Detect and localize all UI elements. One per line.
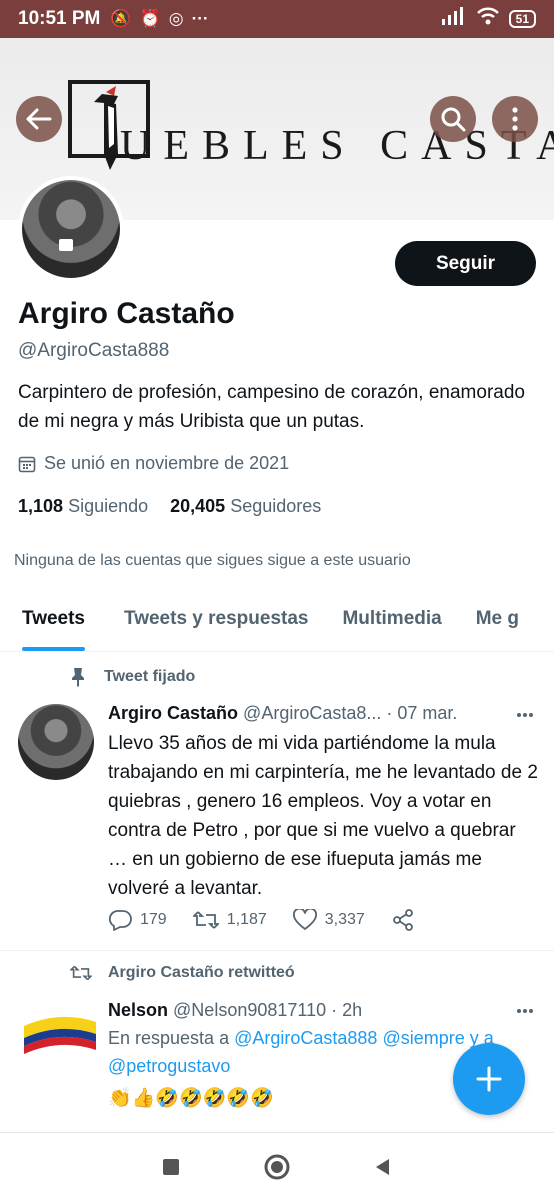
alarm-icon: ⏰ [139,9,161,28]
reply-button[interactable]: 179 [108,909,167,931]
calendar-icon [18,456,36,472]
following-link[interactable]: 1,108 Siguiendo [18,496,148,517]
joined-date: Se unió en noviembre de 2021 [18,453,289,474]
wifi-icon [476,7,499,31]
follow-counts: 1,108 Siguiendo 20,405 Seguidores [18,496,321,517]
retweet-count: 1,187 [226,911,267,928]
status-time: 10:51 PM [18,8,101,29]
follow-button[interactable]: Seguir [395,241,536,286]
system-navigation-bar [0,1132,554,1200]
mention-link[interactable]: @petrogustavo [108,1056,230,1077]
profile-bio: Carpintero de profesión, campesino de co… [18,382,525,432]
notification-icons: 🔕 ⏰ ◎ ··· [110,9,208,29]
tweet-actions: 179 1,187 3,337 [108,908,441,932]
home-icon[interactable] [263,1153,291,1181]
plus-icon [476,1066,502,1092]
retweet-more-icon[interactable] [516,1008,534,1014]
joined-text: Se unió en noviembre de 2021 [44,453,290,473]
tab-tweets[interactable]: Tweets [22,596,86,651]
tweet-more-icon[interactable] [516,712,534,718]
pinned-label: Tweet fijado [104,668,196,685]
signal-icon [441,7,467,31]
retweet-button[interactable]: 1,187 [192,909,267,931]
like-button[interactable]: 3,337 [292,909,365,931]
recents-icon[interactable] [161,1157,181,1177]
retweet-label: Argiro Castaño retwitteó [108,964,295,981]
profile-name: Argiro Castaño [18,297,235,330]
following-count: 1,108 [18,496,64,516]
tweet-text: Llevo 35 años de mi vida partiéndome la … [108,733,538,899]
search-button[interactable] [430,96,476,142]
tweet-divider [0,950,554,951]
back-triangle-icon[interactable] [373,1157,393,1177]
retweet-indicator: Argiro Castaño retwitteó [70,964,295,982]
retweet-small-icon [70,965,92,981]
compose-tweet-button[interactable] [453,1043,525,1115]
profile-avatar[interactable] [18,176,124,282]
share-button[interactable] [391,908,415,932]
reply-context: En respuesta a @ArgiroCasta888 @siempre … [108,1028,494,1049]
share-icon [392,909,413,931]
profile-handle: @ArgiroCasta888 [18,340,170,361]
whatsapp-icon: ◎ [168,9,184,28]
tweet-date: · 07 mar. [386,703,458,723]
retweet-header: Nelson @Nelson90817110 · 2h [108,1000,362,1021]
retweet-emoji-text: 👏👍🤣🤣🤣🤣🤣 [108,1088,274,1109]
profile-tabs: Tweets Tweets y respuestas Multimedia Me… [0,596,554,652]
heart-icon [292,909,317,930]
mention-link[interactable]: @ArgiroCasta888 [234,1028,377,1048]
more-options-button[interactable] [492,96,538,142]
followers-label: Seguidores [230,496,322,516]
followers-link[interactable]: 20,405 Seguidores [170,496,321,517]
brand-wordmark: UEBLES CASTAÑO [120,123,554,169]
retweet-author-handle: @Nelson90817110 [173,1000,327,1020]
reply-icon [108,910,132,931]
tweet-header: Argiro Castaño @ArgiroCasta8... · 07 mar… [108,703,457,724]
reply-count: 179 [140,911,167,928]
mutual-followers-note: Ninguna de las cuentas que sigues sigue … [14,552,411,569]
status-bar: 10:51 PM 🔕 ⏰ ◎ ··· 51 [0,0,554,38]
retweet-time: · 2h [331,1000,363,1020]
retweet-icon [192,911,219,929]
tweet-author-handle: @ArgiroCasta8... [243,703,382,723]
mute-icon: 🔕 [110,9,132,28]
tweet-author-avatar[interactable] [18,704,94,780]
following-label: Siguiendo [68,496,149,516]
more-notifications-icon: ··· [191,9,209,28]
battery-icon: 51 [508,10,536,28]
retweet-author-name[interactable]: Nelson [108,1000,168,1020]
pinned-indicator: Tweet fijado [70,667,195,687]
pin-icon [72,668,84,687]
vertical-dots-icon [512,107,518,131]
tab-media[interactable]: Multimedia [342,596,441,651]
avatar-photo [22,180,120,278]
tab-tweets-replies[interactable]: Tweets y respuestas [124,596,308,651]
tab-likes[interactable]: Me g [476,596,519,651]
colombia-flag-avatar[interactable] [22,1010,98,1060]
back-button[interactable] [16,96,62,142]
tweet-author-name[interactable]: Argiro Castaño [108,703,238,723]
back-arrow-icon [26,108,52,130]
search-icon [441,107,466,132]
followers-count: 20,405 [170,496,226,516]
like-count: 3,337 [324,911,365,928]
reply-prefix: En respuesta a [108,1028,230,1048]
